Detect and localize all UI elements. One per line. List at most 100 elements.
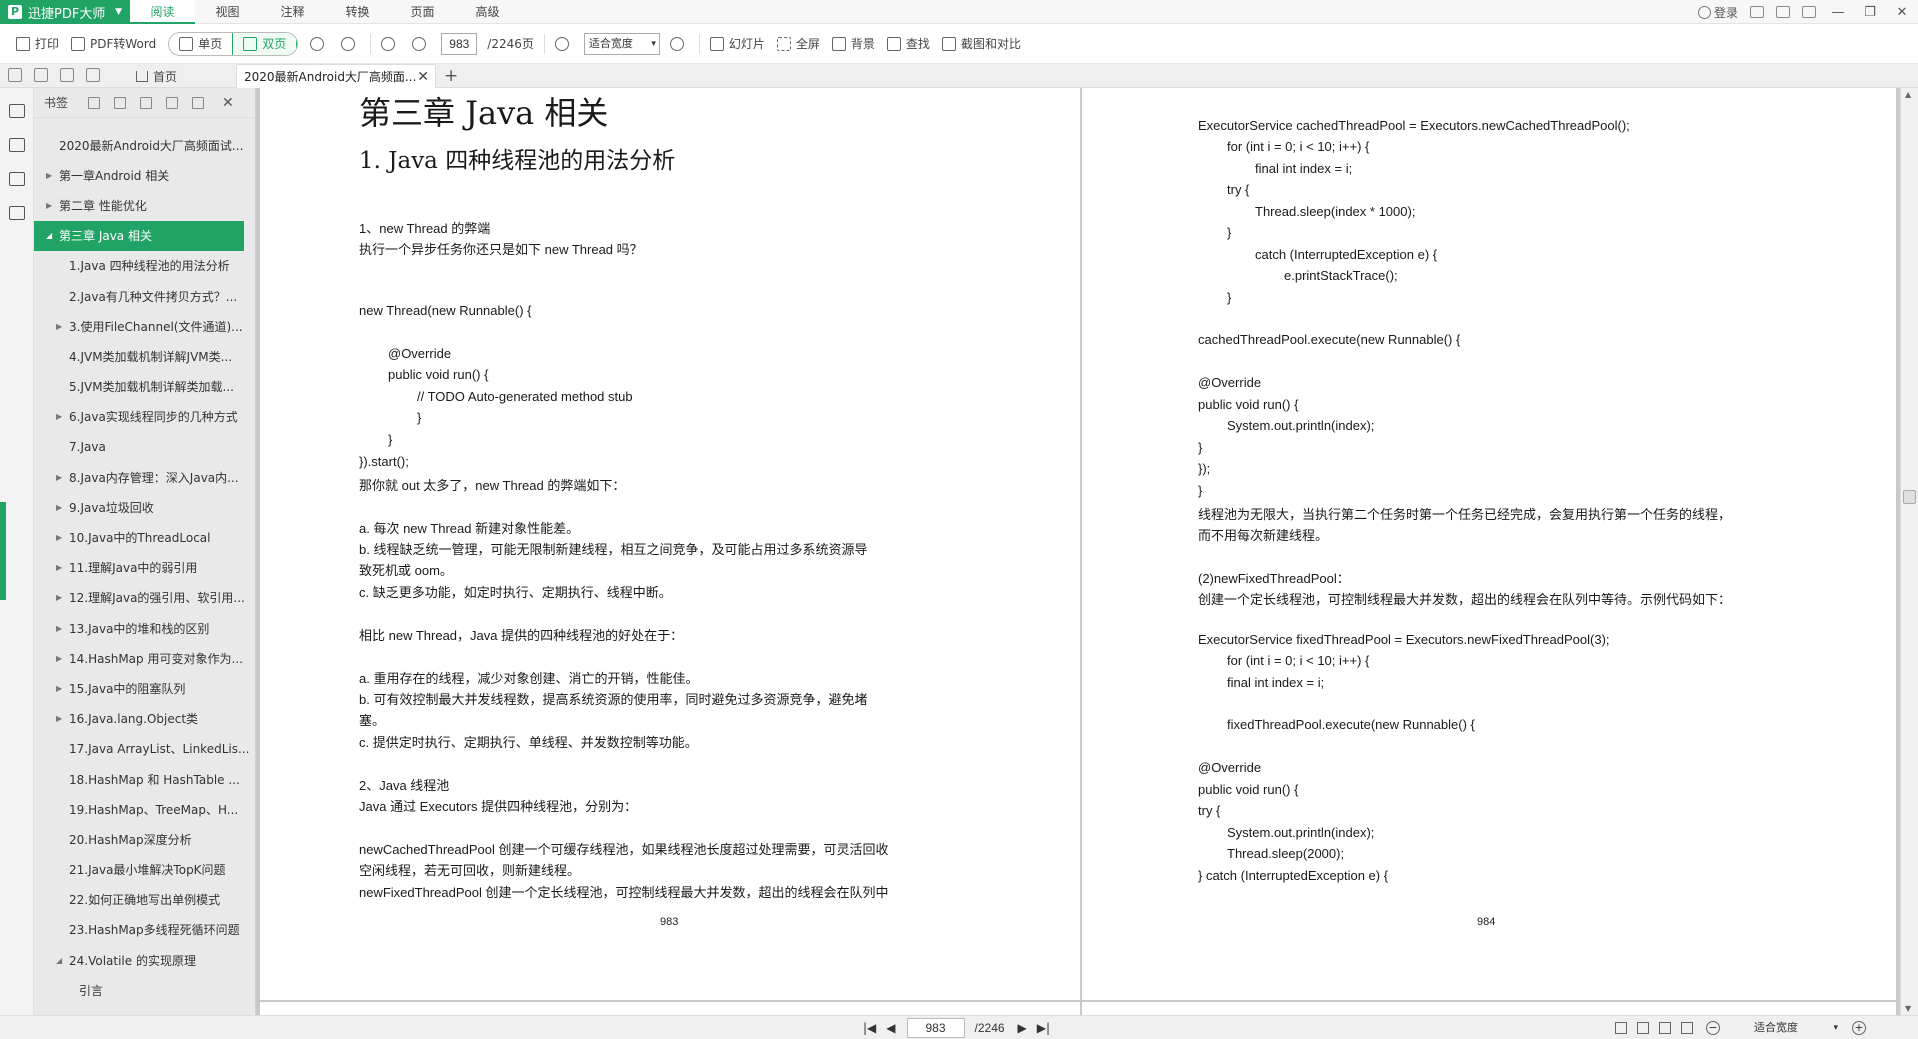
document-viewport[interactable]: 第三章 Java 相关1. Java 四种线程池的用法分析1、new Threa…	[256, 88, 1900, 1015]
collapse-all-icon[interactable]	[114, 97, 126, 109]
vertical-scrollbar[interactable]: ▲ ▼	[1900, 88, 1918, 1015]
message-icon[interactable]	[1750, 6, 1764, 18]
attachments-icon[interactable]	[9, 206, 25, 220]
scroll-up-icon[interactable]: ▲	[1905, 90, 1911, 99]
expand-arrow-icon[interactable]: ▶	[56, 654, 62, 663]
tab-home[interactable]: 首页	[136, 66, 177, 86]
zoom-out-button[interactable]	[549, 30, 580, 58]
prev-page-button[interactable]: ◀	[886, 1021, 895, 1035]
bookmark-item[interactable]: ▶8.Java内存管理：深入Java内...	[34, 462, 256, 492]
bookmark-item[interactable]: ▶6.Java实现线程同步的几种方式	[34, 402, 256, 432]
expand-arrow-icon[interactable]: ▶	[56, 593, 62, 602]
slideshow-button[interactable]: 幻灯片	[704, 30, 771, 58]
bookmark-item[interactable]: ◢第三章 Java 相关	[34, 221, 244, 251]
bookmark-item[interactable]: ▶第一章Android 相关	[34, 160, 256, 190]
bookmark-item[interactable]: ▶13.Java中的堆和栈的区别	[34, 613, 256, 643]
restore-button[interactable]: ❐	[1854, 5, 1886, 20]
bookmark-item[interactable]: ◢24.Volatile 的实现原理	[34, 945, 256, 975]
expand-arrow-icon[interactable]: ▶	[46, 201, 52, 210]
bookmark-item[interactable]: 17.Java ArrayList、LinkedLis...	[34, 734, 256, 764]
bookmark-list-icon[interactable]	[9, 104, 25, 118]
rotate-right-button[interactable]	[304, 30, 335, 58]
bookmark-item[interactable]: ▶3.使用FileChannel(文件通道)...	[34, 311, 256, 341]
expand-arrow-icon[interactable]: ▶	[56, 503, 62, 512]
continuous-view-icon[interactable]	[1659, 1022, 1671, 1034]
pdf-to-word-button[interactable]: PDF转Word	[65, 30, 162, 58]
menu-read[interactable]: 阅读	[130, 0, 195, 24]
fullscreen-button[interactable]: 全屏	[771, 30, 826, 58]
expand-arrow-icon[interactable]: ▶	[56, 714, 62, 723]
scrollbar-thumb[interactable]	[1903, 490, 1916, 504]
bookmark-item[interactable]: 22.如何正确地写出单例模式	[34, 885, 256, 915]
share-icon[interactable]	[1776, 6, 1790, 18]
save-icon[interactable]	[86, 68, 100, 82]
single-page-view-icon[interactable]	[1615, 1022, 1627, 1034]
bookmark-item[interactable]: 5.JVM类加载机制详解类加载...	[34, 372, 256, 402]
collapse-arrow-icon[interactable]: ◢	[46, 231, 52, 240]
undo-icon[interactable]	[34, 68, 48, 82]
next-page-button[interactable]: ▶	[1018, 1021, 1027, 1035]
expand-arrow-icon[interactable]: ▶	[56, 412, 62, 421]
expand-all-icon[interactable]	[88, 97, 100, 109]
bookmark-item[interactable]: 2020最新Android大厂高频面试...	[34, 130, 256, 160]
bookmark-item[interactable]: 引言	[34, 975, 256, 1005]
first-page-button[interactable]: |◀	[863, 1021, 876, 1035]
comments-icon[interactable]	[9, 172, 25, 186]
expand-arrow-icon[interactable]: ▶	[56, 624, 62, 633]
expand-arrow-icon[interactable]: ▶	[56, 684, 62, 693]
grid-view-icon[interactable]	[1681, 1022, 1693, 1034]
panel-collapse-handle[interactable]	[0, 502, 6, 600]
bookmark-item[interactable]: ▶15.Java中的阻塞队列	[34, 673, 256, 703]
expand-arrow-icon[interactable]: ▶	[56, 563, 62, 572]
next-page-button[interactable]	[406, 30, 437, 58]
page-number-input[interactable]: 983	[441, 33, 477, 55]
bookmark-item[interactable]: ▶12.理解Java的强引用、软引用...	[34, 583, 256, 613]
status-page-input[interactable]: 983	[907, 1018, 965, 1038]
menu-advanced[interactable]: 高级	[455, 0, 520, 24]
bookmark-item[interactable]: 18.HashMap 和 HashTable ...	[34, 764, 256, 794]
edit-bookmark-icon[interactable]	[166, 97, 178, 109]
find-button[interactable]: 查找	[881, 30, 936, 58]
bookmark-item[interactable]: ▶14.HashMap 用可变对象作为...	[34, 643, 256, 673]
bookmark-item[interactable]: 4.JVM类加载机制详解JVM类...	[34, 341, 256, 371]
zoom-in-button[interactable]: +	[1852, 1021, 1866, 1035]
menu-convert[interactable]: 转换	[325, 0, 390, 24]
capture-compare-button[interactable]: 截图和对比	[936, 30, 1027, 58]
scroll-down-icon[interactable]: ▼	[1905, 1004, 1911, 1013]
zoom-select[interactable]: 适合宽度	[584, 33, 660, 55]
double-page-button[interactable]: 双页	[232, 33, 297, 55]
bookmark-item[interactable]: 2.Java有几种文件拷贝方式？...	[34, 281, 256, 311]
menu-view[interactable]: 视图	[195, 0, 260, 24]
close-tab-icon[interactable]: ✕	[417, 69, 429, 85]
delete-bookmark-icon[interactable]	[192, 97, 204, 109]
last-page-button[interactable]: ▶|	[1037, 1021, 1050, 1035]
login-button[interactable]: 登录	[1698, 4, 1738, 21]
minimize-button[interactable]: —	[1822, 5, 1854, 20]
add-bookmark-icon[interactable]	[140, 97, 152, 109]
thumbnails-icon[interactable]	[9, 138, 25, 152]
bookmark-item[interactable]: 7.Java	[34, 432, 256, 462]
bookmark-item[interactable]: 21.Java最小堆解决TopK问题	[34, 855, 256, 885]
open-folder-icon[interactable]	[8, 68, 22, 82]
double-page-view-icon[interactable]	[1637, 1022, 1649, 1034]
collapse-arrow-icon[interactable]: ◢	[56, 956, 62, 965]
settings-icon[interactable]	[1802, 6, 1816, 18]
bookmark-item[interactable]: ▶9.Java垃圾回收	[34, 492, 256, 522]
menu-page[interactable]: 页面	[390, 0, 455, 24]
status-zoom-select[interactable]: 适合宽度	[1728, 1018, 1844, 1038]
expand-arrow-icon[interactable]: ▶	[56, 473, 62, 482]
expand-arrow-icon[interactable]: ▶	[56, 533, 62, 542]
rotate-left-button[interactable]	[335, 30, 366, 58]
bookmark-item[interactable]: ▶16.Java.lang.Object类	[34, 704, 256, 734]
bookmark-item[interactable]: ▶第二章 性能优化	[34, 190, 256, 220]
expand-arrow-icon[interactable]: ▶	[56, 322, 62, 331]
expand-arrow-icon[interactable]: ▶	[46, 171, 52, 180]
bookmark-item[interactable]: ▶11.理解Java中的弱引用	[34, 553, 256, 583]
bookmark-item[interactable]: 1.Java 四种线程池的用法分析	[34, 251, 256, 281]
background-button[interactable]: 背景	[826, 30, 881, 58]
close-panel-icon[interactable]: ✕	[222, 95, 234, 111]
bookmark-item[interactable]: ▶10.Java中的ThreadLocal	[34, 522, 256, 552]
bookmark-item[interactable]: 20.HashMap深度分析	[34, 824, 256, 854]
single-page-button[interactable]: 单页	[169, 33, 232, 55]
bookmark-item[interactable]: 23.HashMap多线程死循环问题	[34, 915, 256, 945]
